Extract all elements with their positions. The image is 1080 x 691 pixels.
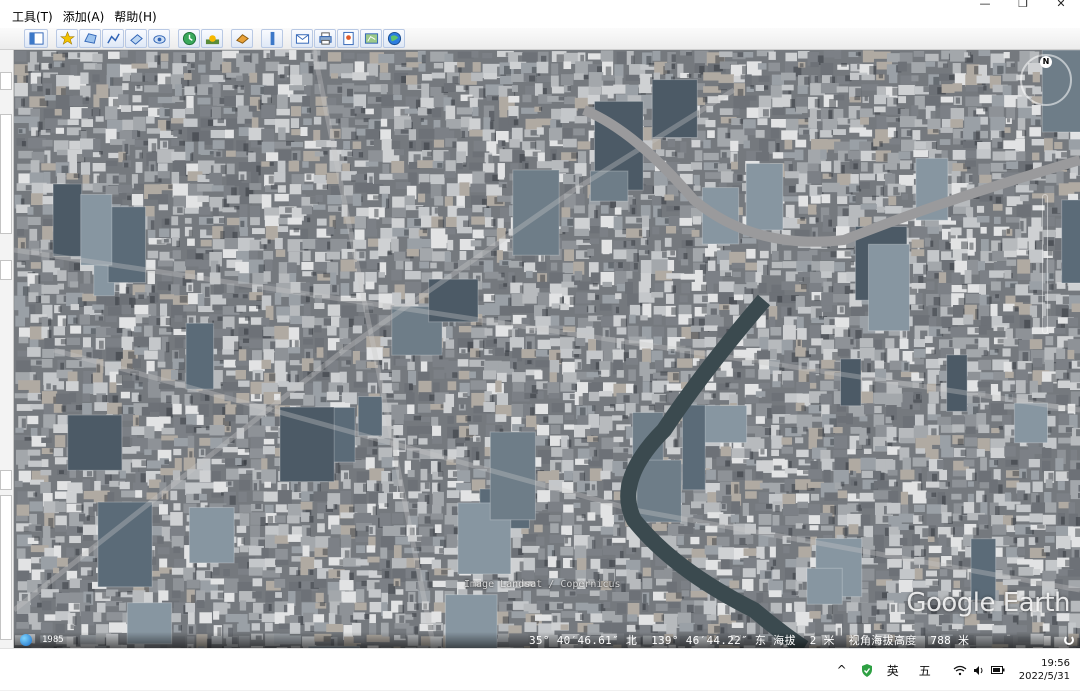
menu-bar: 工具(T) 添加(A) 帮助(H) — ❐ ✕ bbox=[0, 0, 1080, 28]
google-earth-watermark: Google Earth bbox=[906, 588, 1070, 618]
tour-button[interactable] bbox=[148, 29, 170, 48]
coordinates-readout: 35° 40′46.61″ 北 139° 46′44.22″ 东 海拔 2 米 … bbox=[529, 632, 969, 648]
earth-3d-view[interactable]: N Image Landsat / Copernicus Google Eart… bbox=[14, 50, 1080, 648]
show-hidden-icons-button[interactable]: ^ bbox=[837, 663, 847, 677]
globe-button[interactable] bbox=[383, 29, 405, 48]
map-view-button[interactable] bbox=[360, 29, 382, 48]
ime-mode[interactable]: 五 bbox=[919, 662, 931, 679]
ruler-button[interactable] bbox=[261, 29, 283, 48]
print-icon bbox=[318, 31, 333, 46]
map-view-icon bbox=[364, 31, 379, 46]
sunlight-icon bbox=[205, 31, 220, 46]
taskbar-clock[interactable]: 19:56 2022/5/31 bbox=[1019, 657, 1070, 683]
path-icon bbox=[106, 31, 121, 46]
save-image-button[interactable] bbox=[337, 29, 359, 48]
planets-button[interactable] bbox=[231, 29, 253, 48]
image-overlay-button[interactable] bbox=[125, 29, 147, 48]
sunlight-button[interactable] bbox=[201, 29, 223, 48]
polygon-icon bbox=[83, 31, 98, 46]
minimize-button[interactable]: — bbox=[966, 0, 1004, 12]
status-bar: 1985 35° 40′46.61″ 北 139° 46′44.22″ 东 海拔… bbox=[14, 632, 1080, 648]
globe-icon bbox=[387, 31, 402, 46]
tour-icon bbox=[152, 31, 167, 46]
latitude: 35° 40′46.61″ 北 bbox=[529, 634, 637, 647]
eye-altitude-value: 788 米 bbox=[930, 634, 969, 647]
imagery-year: 1985 bbox=[42, 635, 64, 645]
north-indicator[interactable]: N bbox=[1040, 56, 1052, 68]
battery-icon[interactable] bbox=[991, 665, 1005, 675]
volume-icon[interactable] bbox=[973, 665, 985, 676]
system-tray: ^ 英 五 19:56 2022/5/31 bbox=[823, 649, 1070, 691]
eye-altitude-label: 视角海拔高度 bbox=[849, 634, 917, 647]
sidebar-layers-list[interactable] bbox=[0, 495, 12, 640]
aerial-city-imagery bbox=[14, 50, 1080, 648]
image-overlay-icon bbox=[129, 31, 144, 46]
wifi-icon[interactable] bbox=[953, 665, 967, 676]
streaming-indicator-icon bbox=[1064, 635, 1074, 645]
menu-tools[interactable]: 工具(T) bbox=[0, 0, 53, 28]
security-shield-icon[interactable] bbox=[861, 664, 873, 677]
sidebar-layers-header[interactable] bbox=[0, 470, 12, 490]
restore-button[interactable]: ❐ bbox=[1004, 0, 1042, 12]
historical-imagery-icon bbox=[182, 31, 197, 46]
ruler-icon bbox=[265, 31, 280, 46]
zoom-slider[interactable] bbox=[1042, 194, 1048, 334]
menu-add[interactable]: 添加(A) bbox=[53, 0, 105, 28]
longitude: 139° 46′44.22″ 东 bbox=[651, 634, 766, 647]
elevation-value: 2 米 bbox=[810, 634, 835, 647]
path-button[interactable] bbox=[102, 29, 124, 48]
sidebar-toggle-icon bbox=[29, 31, 44, 46]
imagery-credit: Image Landsat / Copernicus bbox=[464, 579, 621, 590]
close-button[interactable]: ✕ bbox=[1042, 0, 1080, 12]
elevation-label: 海拔 bbox=[773, 634, 796, 647]
historical-imagery-mini-icon[interactable] bbox=[20, 634, 32, 646]
ime-language[interactable]: 英 bbox=[887, 662, 899, 679]
planets-icon bbox=[235, 31, 250, 46]
save-image-icon bbox=[341, 31, 356, 46]
email-icon bbox=[295, 31, 310, 46]
window-controls: — ❐ ✕ bbox=[966, 0, 1080, 12]
placemark-button[interactable] bbox=[56, 29, 78, 48]
toolbar bbox=[0, 28, 1080, 50]
navigation-controls[interactable]: N bbox=[1020, 54, 1072, 354]
clock-time: 19:56 bbox=[1019, 657, 1070, 670]
email-button[interactable] bbox=[291, 29, 313, 48]
menu-help[interactable]: 帮助(H) bbox=[104, 0, 156, 28]
sidebar-search-results bbox=[0, 114, 12, 234]
sidebar-toggle-button[interactable] bbox=[24, 29, 48, 48]
polygon-button[interactable] bbox=[79, 29, 101, 48]
sidebar-search-box[interactable] bbox=[0, 72, 12, 90]
taskbar: ^ 英 五 19:56 2022/5/31 bbox=[0, 648, 1080, 690]
sidebar-places-header[interactable] bbox=[0, 260, 12, 280]
sidebar-panel[interactable] bbox=[0, 50, 14, 648]
print-button[interactable] bbox=[314, 29, 336, 48]
clock-date: 2022/5/31 bbox=[1019, 670, 1070, 683]
historical-imagery-button[interactable] bbox=[178, 29, 200, 48]
placemark-icon bbox=[60, 31, 75, 46]
